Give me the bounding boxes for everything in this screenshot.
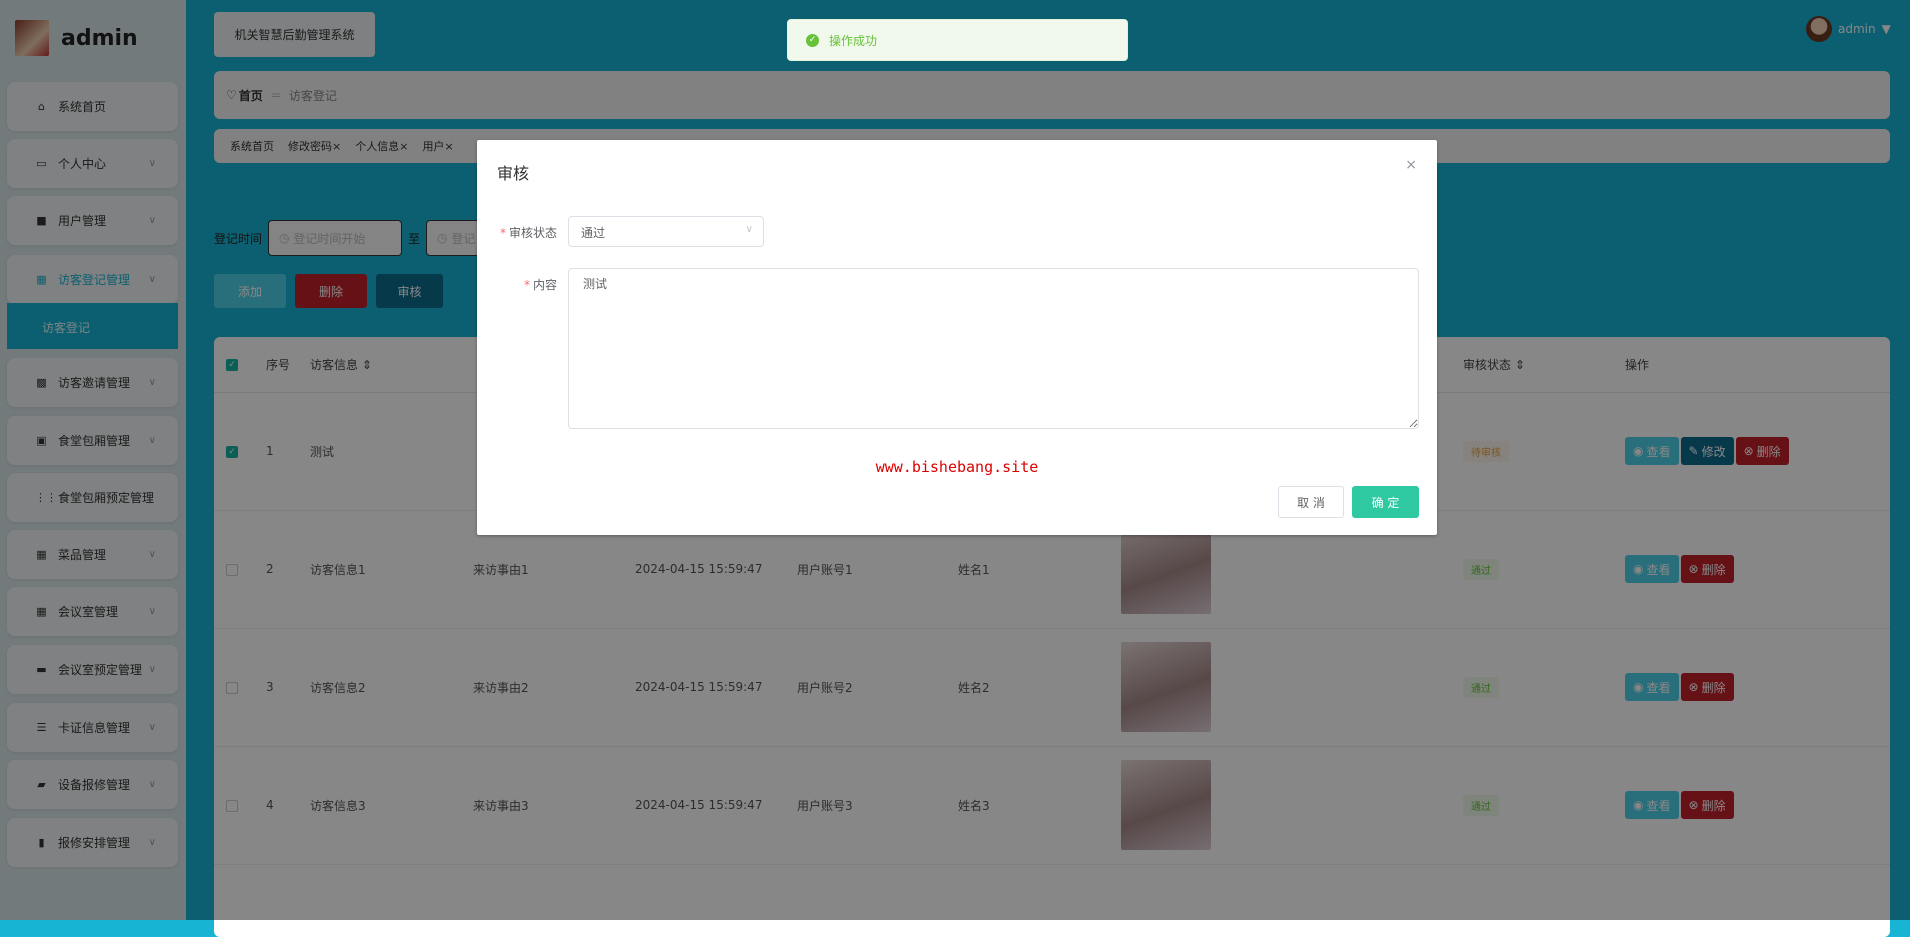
cancel-button[interactable]: 取 消: [1278, 486, 1344, 518]
content-label: *内容: [477, 276, 557, 293]
check-circle-icon: ✓: [806, 34, 819, 47]
status-label: *审核状态: [477, 224, 557, 241]
watermark: www.bishebang.site: [477, 458, 1437, 476]
status-select[interactable]: 通过∨: [568, 216, 764, 247]
success-toast: ✓ 操作成功: [787, 19, 1128, 61]
dialog-title: 审核: [497, 160, 529, 184]
confirm-button[interactable]: 确 定: [1352, 486, 1419, 518]
chevron-down-icon: ∨: [746, 224, 753, 235]
toast-message: 操作成功: [829, 32, 877, 49]
content-textarea[interactable]: 测试: [568, 268, 1419, 429]
close-icon[interactable]: ×: [1405, 157, 1417, 173]
audit-dialog: 审核 × *审核状态 通过∨ *内容 测试 www.bishebang.site…: [477, 140, 1437, 535]
